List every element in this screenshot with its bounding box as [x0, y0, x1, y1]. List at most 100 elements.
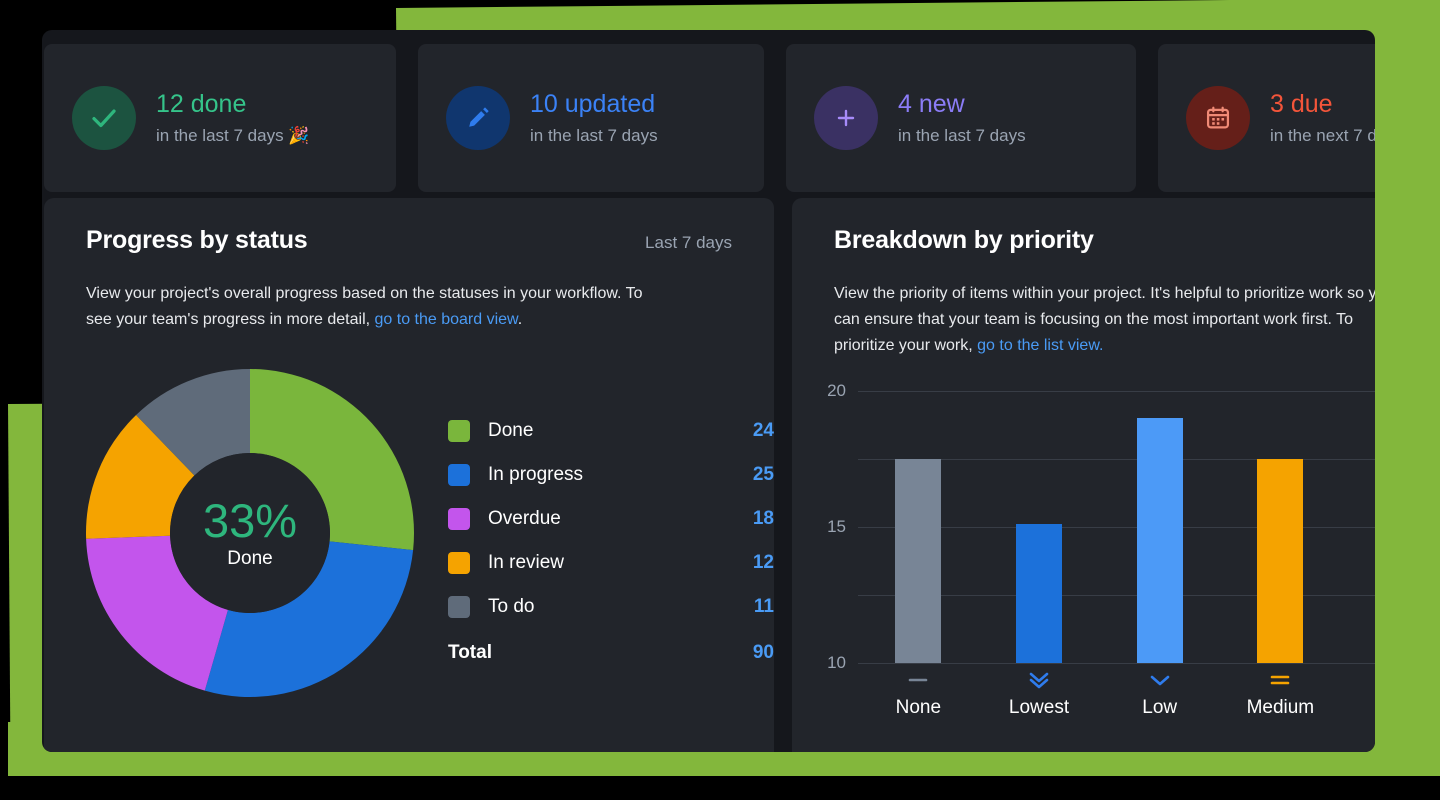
priority-bar-chart[interactable]: 05101520 NoneLowestLowMediumHighHighest	[792, 377, 1375, 718]
panel-breakdown-by-priority: Breakdown by priority Last 7 days View t…	[792, 198, 1375, 752]
panel-header: Breakdown by priority Last 7 days	[792, 198, 1375, 255]
bar-slot	[979, 391, 1100, 663]
calendar-icon	[1186, 86, 1250, 150]
bar-slot	[858, 391, 979, 663]
bar-low[interactable]	[1136, 418, 1183, 663]
stat-card-updated[interactable]: 10 updated in the last 7 days	[418, 44, 764, 192]
status-legend: Done 24 In progress 25 Overdue 18 In review 12 T…	[448, 369, 774, 675]
x-axis-labels: NoneLowestLowMediumHighHighest	[858, 669, 1375, 719]
stat-headline: 3 due	[1270, 90, 1333, 118]
x-axis-tick-label: None	[895, 697, 942, 718]
desc-line-3: prioritize your work, go to the list vie…	[834, 333, 1375, 359]
x-axis-tick-label: Low	[1142, 697, 1178, 718]
panel-header: Progress by status Last 7 days	[44, 198, 774, 255]
chevron-down-icon	[1148, 669, 1172, 691]
legend-value: 24	[752, 420, 774, 441]
bar-slot	[1099, 391, 1220, 663]
x-axis-tick-label: Medium	[1246, 697, 1315, 718]
check-circle-icon	[72, 86, 136, 150]
stat-card-done[interactable]: 12 done in the last 7 days 🎉	[44, 44, 396, 192]
legend-swatch-icon	[448, 420, 470, 442]
legend-label: Done	[488, 420, 534, 441]
legend-row[interactable]: Overdue 18	[448, 497, 774, 541]
x-axis-item[interactable]: None	[858, 669, 979, 719]
list-view-link[interactable]: go to the list view.	[977, 337, 1103, 354]
desc-line-2: can ensure that your team is focusing on…	[834, 311, 1354, 328]
x-axis-item[interactable]: Lowest	[979, 669, 1100, 719]
legend-total-label: Total	[448, 642, 492, 663]
panel-progress-by-status: Progress by status Last 7 days View your…	[44, 198, 774, 752]
stat-card-new[interactable]: 4 new in the last 7 days	[786, 44, 1136, 192]
legend-label: In review	[488, 552, 565, 573]
pencil-icon	[446, 86, 510, 150]
stat-subtitle: in the last 7 days 🎉	[156, 126, 310, 145]
legend-label: Overdue	[488, 508, 561, 529]
page-title: Breakdown by priority	[834, 226, 1094, 254]
page-title: Progress by status	[86, 226, 308, 254]
legend-row[interactable]: In progress 25	[448, 453, 774, 497]
donut-center-label: 33% Done	[170, 453, 330, 613]
legend-row[interactable]: Done 24	[448, 409, 774, 453]
equals-icon	[1268, 669, 1292, 691]
stat-text: 12 done in the last 7 days 🎉	[156, 90, 309, 146]
legend-label: To do	[488, 596, 535, 617]
stat-text: 3 due in the next 7 days	[1270, 90, 1375, 146]
legend-row-total: Total 90	[448, 631, 774, 675]
dashboard-card: 12 done in the last 7 days 🎉 10 updated …	[42, 30, 1375, 752]
stat-card-due[interactable]: 3 due in the next 7 days	[1158, 44, 1375, 192]
status-chart-body: 33% Done Done 24 In progress 25 Overdue 18 In …	[44, 333, 774, 697]
screenshot-stage: 12 done in the last 7 days 🎉 10 updated …	[0, 0, 1440, 800]
double-chevron-down-icon	[1027, 669, 1051, 691]
legend-swatch-icon	[448, 508, 470, 530]
stat-subtitle: in the last 7 days	[898, 126, 1026, 145]
legend-value: 25	[752, 464, 774, 485]
stat-subtitle: in the next 7 days	[1270, 126, 1375, 145]
gridline: 0	[858, 663, 1375, 664]
bar-none[interactable]	[895, 459, 942, 663]
legend-value: 18	[752, 508, 774, 529]
decorative-green-slab-right-lower	[1374, 240, 1440, 776]
legend-swatch-icon	[448, 464, 470, 486]
legend-value: 11	[753, 596, 774, 617]
legend-swatch-icon	[448, 552, 470, 574]
y-axis-tick-label: 15	[827, 517, 846, 536]
stat-headline: 12 done	[156, 90, 247, 118]
panel-description: View the priority of items within your p…	[792, 255, 1375, 359]
bar-slot	[1220, 391, 1341, 663]
summary-stats-row: 12 done in the last 7 days 🎉 10 updated …	[42, 44, 1375, 192]
x-axis-item[interactable]: High	[1341, 669, 1375, 719]
time-range-label: Last 7 days	[645, 233, 732, 252]
stat-headline: 10 updated	[530, 90, 656, 118]
bar-medium[interactable]	[1257, 459, 1304, 663]
legend-value: 12	[752, 552, 774, 573]
desc-line-1: View your project's overall progress bas…	[86, 285, 643, 302]
donut-chart[interactable]: 33% Done	[86, 369, 414, 697]
y-axis-tick-label: 10	[827, 653, 846, 672]
desc-text-post: .	[517, 311, 523, 328]
bars-container	[858, 391, 1375, 663]
desc-line-1: View the priority of items within your p…	[834, 285, 1375, 302]
dash-icon	[907, 669, 929, 691]
legend-label: In progress	[488, 464, 584, 485]
board-view-link[interactable]: go to the board view	[375, 311, 518, 328]
desc-text-pre: see your team's progress in more detail,	[86, 311, 375, 328]
panel-description: View your project's overall progress bas…	[44, 255, 704, 333]
legend-swatch-icon	[448, 596, 470, 618]
x-axis-item[interactable]: Medium	[1220, 669, 1341, 719]
bar-slot	[1341, 391, 1375, 663]
donut-percent: 33%	[202, 493, 298, 547]
bar-plot-area: 05101520	[827, 381, 1375, 672]
desc-text-pre: prioritize your work,	[834, 337, 978, 354]
x-axis-item[interactable]: Low	[1099, 669, 1220, 719]
stat-subtitle: in the last 7 days	[530, 126, 658, 145]
stat-text: 10 updated in the last 7 days	[530, 90, 658, 146]
y-axis-tick-label: 20	[827, 381, 846, 400]
bar-lowest[interactable]	[1016, 524, 1062, 663]
x-axis-tick-label: Lowest	[1008, 697, 1070, 718]
legend-row[interactable]: In review 12	[448, 541, 774, 585]
stat-text: 4 new in the last 7 days	[898, 90, 1026, 146]
plus-icon	[814, 86, 878, 150]
legend-total-value: 90	[752, 642, 774, 663]
legend-row[interactable]: To do 11	[448, 585, 774, 629]
stat-headline: 4 new	[898, 90, 965, 118]
